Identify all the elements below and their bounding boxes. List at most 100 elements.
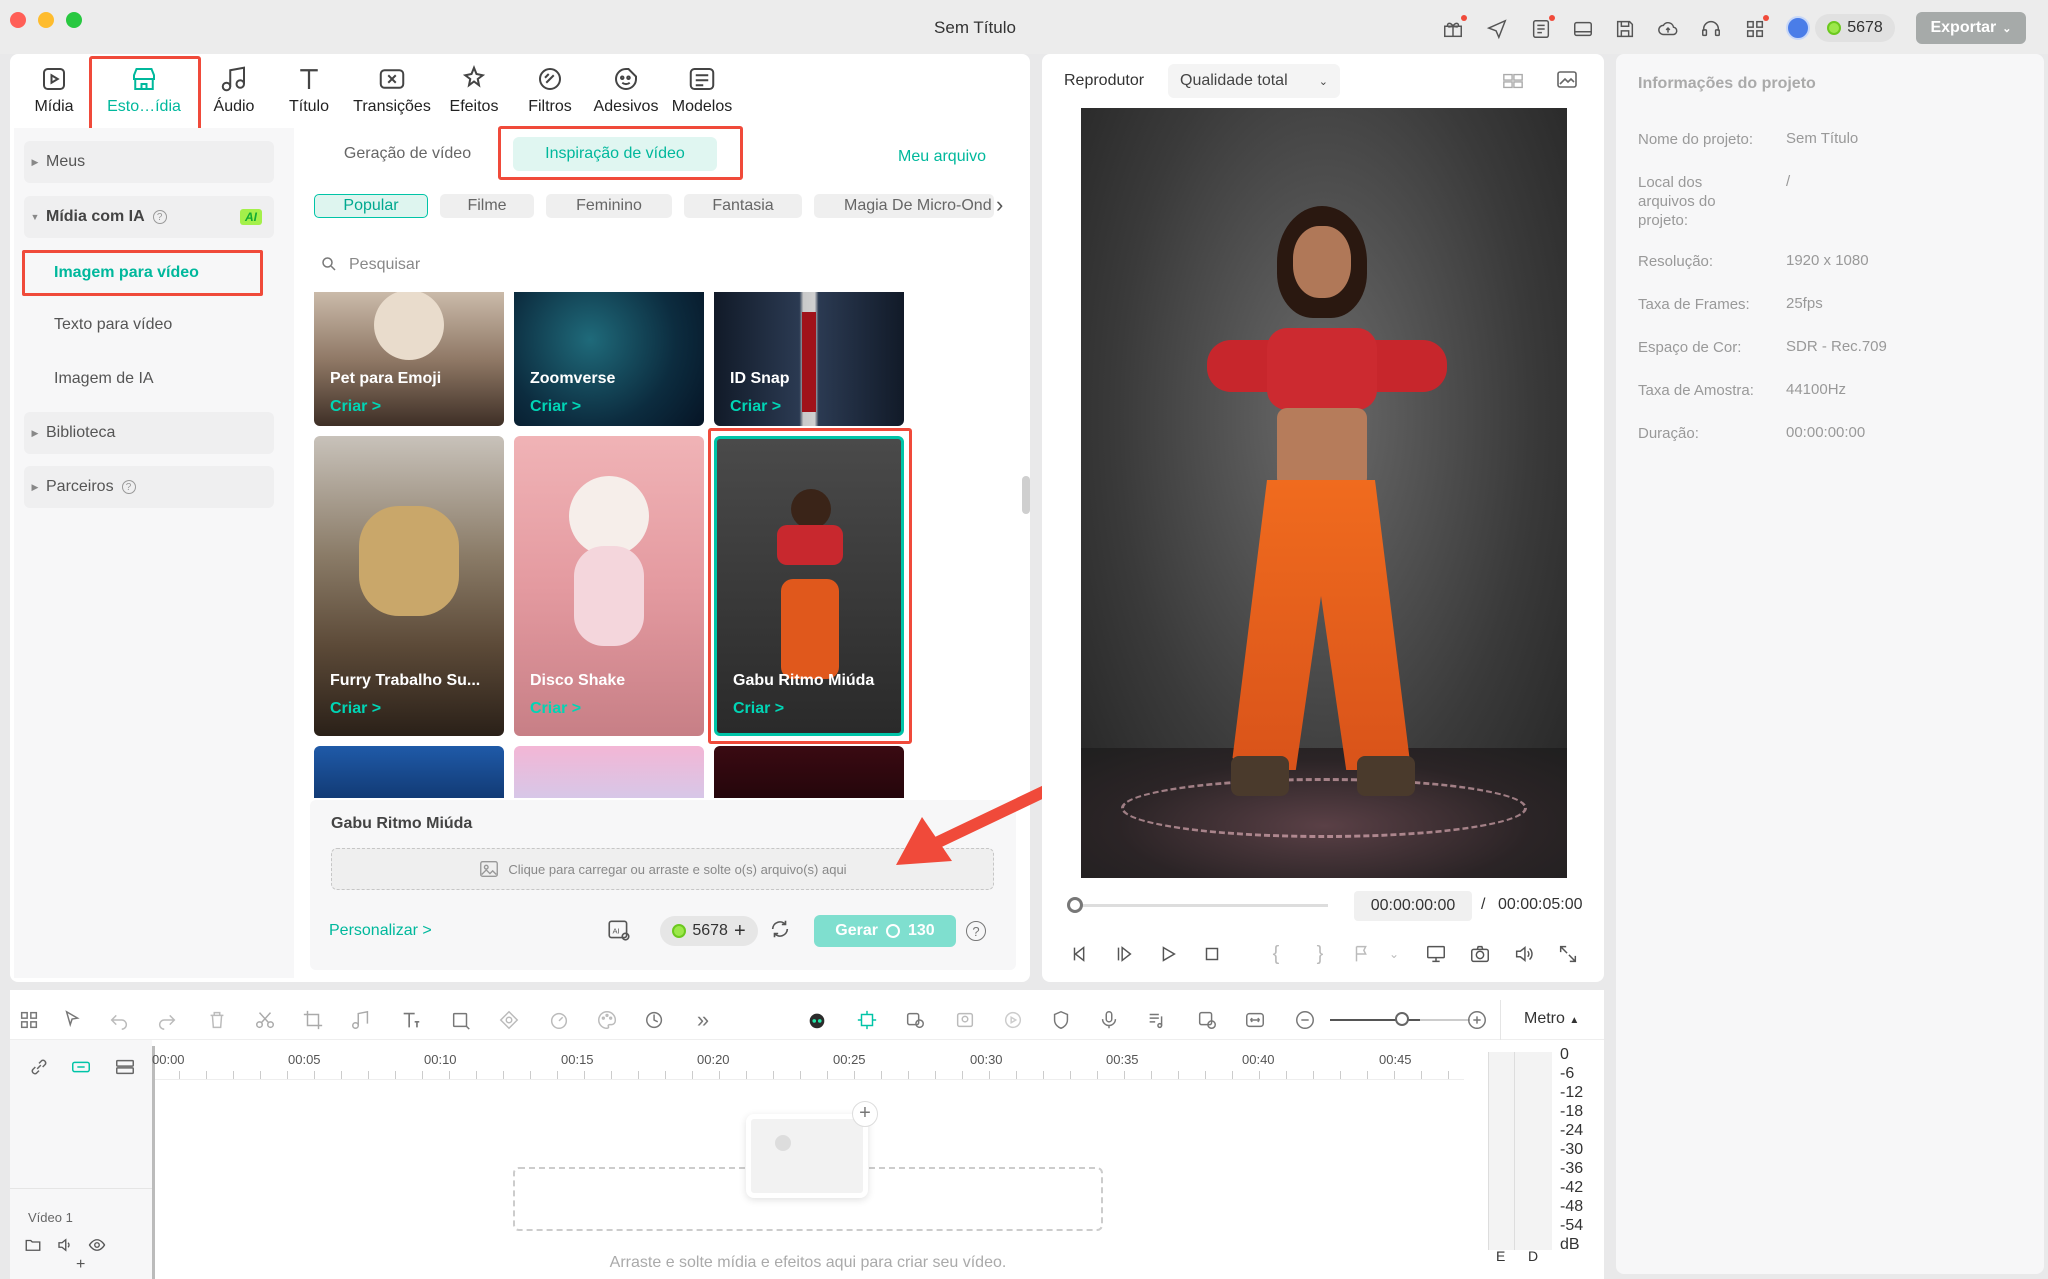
- link-icon[interactable]: [24, 1052, 54, 1082]
- zoom-in-icon[interactable]: [1462, 1005, 1492, 1035]
- template-card[interactable]: [714, 746, 904, 798]
- sidebar-item-meus[interactable]: ▶ Meus: [24, 141, 274, 183]
- sidebar-item-parceiros[interactable]: ▶ Parceiros?: [24, 466, 274, 508]
- toolbar-audio[interactable]: Áudio: [196, 62, 272, 120]
- search-input[interactable]: Pesquisar: [349, 256, 420, 274]
- metro-toggle[interactable]: Metro ▲: [1524, 1010, 1579, 1028]
- template-card[interactable]: [314, 746, 504, 798]
- ai-portrait-icon[interactable]: [950, 1005, 980, 1035]
- toolbar-templates[interactable]: Modelos: [665, 62, 739, 120]
- help-icon[interactable]: ?: [152, 210, 167, 224]
- sidebar-item-imagem-para-video[interactable]: Imagem para vídeo: [22, 250, 263, 296]
- category-magia[interactable]: Magia De Micro-Ond: [814, 194, 994, 218]
- play-icon[interactable]: [1154, 940, 1182, 968]
- card-create-link[interactable]: Criar >: [530, 700, 581, 718]
- play-slow-icon[interactable]: [1110, 940, 1138, 968]
- shape-tool-icon[interactable]: [446, 1005, 476, 1035]
- redo-icon[interactable]: [152, 1005, 182, 1035]
- sidebar-item-midia-ia[interactable]: ▼ Mídia com IA? AI: [24, 196, 274, 238]
- audio-mixer-icon[interactable]: [1142, 1005, 1172, 1035]
- mark-out-icon[interactable]: }: [1306, 940, 1334, 968]
- chevron-right-icon[interactable]: ›: [996, 192, 1003, 218]
- help-icon[interactable]: ?: [966, 921, 986, 941]
- layout-grid-icon[interactable]: [14, 1005, 44, 1035]
- current-timecode[interactable]: 00:00:00:00: [1354, 891, 1472, 921]
- magnetic-track-icon[interactable]: [66, 1052, 96, 1082]
- layout-icon[interactable]: [1570, 16, 1596, 42]
- refresh-icon[interactable]: [769, 918, 793, 942]
- chevron-down-icon[interactable]: ⌄: [1380, 940, 1408, 968]
- template-card[interactable]: ID Snap Criar >: [714, 292, 904, 426]
- sidebar-item-biblioteca[interactable]: ▶ Biblioteca: [24, 412, 274, 454]
- toolbar-effects[interactable]: Efeitos: [436, 62, 512, 120]
- mask-icon[interactable]: [494, 1005, 524, 1035]
- card-create-link[interactable]: Criar >: [730, 398, 781, 416]
- select-cursor-icon[interactable]: [58, 1005, 88, 1035]
- support-icon[interactable]: [1698, 16, 1724, 42]
- volume-icon[interactable]: [1510, 940, 1538, 968]
- color-palette-icon[interactable]: [592, 1005, 622, 1035]
- help-icon[interactable]: ?: [121, 480, 136, 494]
- stop-icon[interactable]: [1198, 940, 1226, 968]
- quality-select[interactable]: Qualidade total ⌄: [1168, 64, 1340, 98]
- export-button[interactable]: Exportar ⌄: [1916, 12, 2026, 44]
- render-icon[interactable]: [998, 1005, 1028, 1035]
- zoom-out-icon[interactable]: [1290, 1005, 1320, 1035]
- save-icon[interactable]: [1612, 16, 1638, 42]
- category-feminino[interactable]: Feminino: [546, 194, 672, 218]
- more-icon[interactable]: »: [688, 1005, 718, 1035]
- delete-icon[interactable]: [202, 1005, 232, 1035]
- shield-icon[interactable]: [1046, 1005, 1076, 1035]
- ai-image-settings-icon[interactable]: AI: [606, 917, 634, 945]
- gift-icon[interactable]: [1440, 15, 1467, 42]
- toolbar-filters[interactable]: Filtros: [512, 62, 588, 120]
- sidebar-item-texto-para-video[interactable]: Texto para vídeo: [24, 304, 274, 346]
- feedback-icon[interactable]: [1528, 15, 1555, 42]
- camera-icon[interactable]: [1466, 940, 1494, 968]
- toolbar-title[interactable]: Título: [271, 62, 347, 120]
- toolbar-transitions[interactable]: Transições: [353, 62, 431, 120]
- gerar-button[interactable]: Gerar 130: [814, 915, 956, 947]
- cloud-upload-icon[interactable]: [1655, 16, 1681, 42]
- credits-badge[interactable]: 5678: [1815, 14, 1895, 42]
- send-icon[interactable]: [1484, 16, 1510, 42]
- eye-icon[interactable]: [88, 1236, 106, 1254]
- category-filme[interactable]: Filme: [440, 194, 534, 218]
- card-create-link[interactable]: Criar >: [530, 398, 581, 416]
- meu-arquivo-link[interactable]: Meu arquivo: [898, 148, 986, 166]
- template-card[interactable]: Pet para Emoji Criar >: [314, 292, 504, 426]
- audio-edit-icon[interactable]: [346, 1005, 376, 1035]
- minimize-window-button[interactable]: [38, 12, 54, 28]
- fit-timeline-icon[interactable]: [1240, 1005, 1270, 1035]
- snapshot-view-icon[interactable]: [1554, 68, 1582, 94]
- scrubber-track[interactable]: [1076, 904, 1328, 907]
- mark-in-icon[interactable]: {: [1262, 940, 1290, 968]
- template-card[interactable]: [514, 746, 704, 798]
- template-card[interactable]: Furry Trabalho Su... Criar >: [314, 436, 504, 736]
- auto-reframe-icon[interactable]: [900, 1005, 930, 1035]
- avatar[interactable]: [1786, 16, 1810, 40]
- personalizar-link[interactable]: Personalizar >: [329, 922, 432, 940]
- sidebar-item-imagem-de-ia[interactable]: Imagem de IA: [24, 358, 274, 400]
- card-create-link[interactable]: Criar >: [330, 398, 381, 416]
- fullscreen-icon[interactable]: [1554, 940, 1582, 968]
- tab-geracao-video[interactable]: Geração de vídeo: [330, 137, 485, 171]
- playhead[interactable]: [152, 1046, 155, 1279]
- template-card[interactable]: Zoomverse Criar >: [514, 292, 704, 426]
- display-icon[interactable]: [1422, 940, 1450, 968]
- category-fantasia[interactable]: Fantasia: [684, 194, 802, 218]
- track-settings-icon[interactable]: [110, 1052, 140, 1082]
- add-track-icon[interactable]: +: [76, 1256, 85, 1274]
- text-tool-icon[interactable]: [396, 1005, 426, 1035]
- scissors-icon[interactable]: [250, 1005, 280, 1035]
- snap-icon[interactable]: [852, 1005, 882, 1035]
- apps-grid-icon[interactable]: [1742, 15, 1769, 42]
- microphone-icon[interactable]: [1094, 1005, 1124, 1035]
- grid-view-icon[interactable]: [1500, 70, 1528, 94]
- folder-lock-icon[interactable]: [24, 1236, 42, 1254]
- scrollbar[interactable]: [1022, 476, 1030, 514]
- replace-clip-icon[interactable]: [1192, 1005, 1222, 1035]
- toolbar-media[interactable]: Mídia: [16, 62, 92, 120]
- marker-icon[interactable]: [1348, 940, 1376, 968]
- category-popular[interactable]: Popular: [314, 194, 428, 218]
